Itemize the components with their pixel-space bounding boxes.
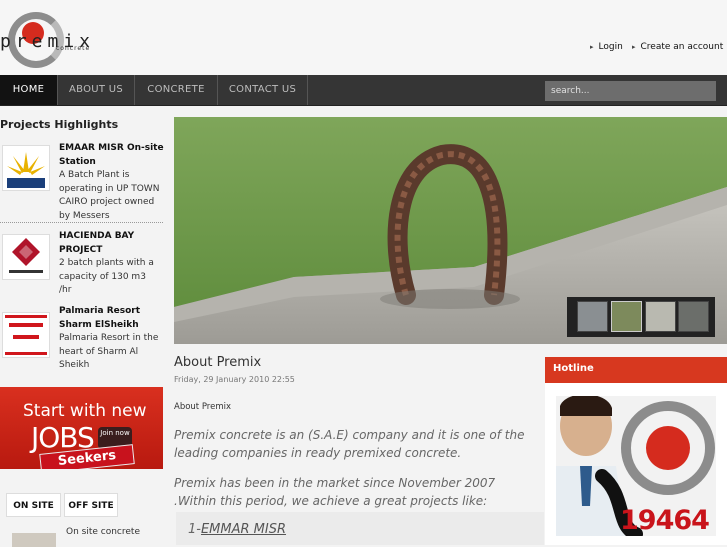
emmar-misr-link[interactable]: EMMAR MISR bbox=[201, 522, 286, 537]
jobs-banner[interactable]: Start with new JOBS Join now Seekers bbox=[0, 387, 163, 469]
emaar-logo-icon bbox=[3, 146, 49, 190]
nav-contact-us[interactable]: CONTACT US bbox=[218, 75, 308, 105]
login-link[interactable]: ▸ Login bbox=[590, 42, 623, 52]
onsite-text: On site concrete bbox=[66, 527, 140, 537]
nav-about-us[interactable]: ABOUT US bbox=[58, 75, 135, 105]
article-date: Friday, 29 January 2010 22:55 bbox=[174, 375, 295, 384]
arrow-right-icon: ▸ bbox=[590, 43, 594, 51]
nav-concrete[interactable]: CONCRETE bbox=[135, 75, 218, 105]
nav-home[interactable]: HOME bbox=[0, 75, 58, 105]
item-number: 1- bbox=[188, 522, 201, 537]
slide-thumb[interactable] bbox=[678, 301, 709, 332]
project-title[interactable]: EMAAR MISR On-site Station bbox=[59, 141, 165, 169]
project-desc-text: A Batch Plant is operating in UP TOWN CA… bbox=[59, 170, 160, 221]
arrow-right-icon: ▸ bbox=[632, 43, 636, 51]
article-paragraph: Premix has been in the market since Nove… bbox=[174, 476, 496, 508]
create-account-link[interactable]: ▸ Create an account bbox=[632, 42, 723, 52]
search-input[interactable] bbox=[545, 81, 716, 101]
article-paragraph: Premix concrete is an (S.A.E) company an… bbox=[174, 428, 525, 460]
palm-hills-logo[interactable] bbox=[2, 234, 50, 280]
slideshow-thumbnails bbox=[567, 297, 715, 337]
slide-thumb[interactable] bbox=[577, 301, 608, 332]
project-list-item: 1-EMMAR MISR bbox=[188, 522, 286, 537]
palmaria-logo[interactable] bbox=[2, 312, 50, 358]
slide-thumb[interactable] bbox=[611, 301, 642, 332]
login-label: Login bbox=[598, 42, 623, 52]
project-title[interactable]: Palmaria Resort Sharm ElSheikh bbox=[59, 304, 165, 332]
project-description: 2 batch plants with a capacity of 130 m3… bbox=[59, 258, 154, 295]
article-title[interactable]: About Premix bbox=[174, 355, 261, 370]
logo-tagline: concrete bbox=[56, 45, 91, 52]
header bbox=[0, 0, 727, 76]
hotline-number[interactable]: 19464 bbox=[620, 505, 710, 536]
palm-hills-logo-icon bbox=[3, 235, 49, 279]
project-description: Palmaria Resort in the heart of Sharm Al… bbox=[59, 333, 159, 370]
create-account-label: Create an account bbox=[640, 42, 724, 52]
tab-off-site[interactable]: OFF SITE bbox=[64, 493, 118, 517]
jobs-headline: Start with new bbox=[23, 401, 147, 421]
projects-highlights-title: Projects Highlights bbox=[0, 118, 119, 131]
slide-thumb[interactable] bbox=[645, 301, 676, 332]
divider bbox=[0, 222, 163, 223]
emaar-logo[interactable] bbox=[2, 145, 50, 191]
hotline-title: Hotline bbox=[553, 363, 594, 374]
project-title[interactable]: HACIENDA BAY PROJECT bbox=[59, 229, 165, 257]
palmaria-logo-icon bbox=[3, 313, 49, 357]
article-subtitle: About Premix bbox=[174, 402, 232, 412]
project-description: A Batch Plant is operating in UP TOWN CA… bbox=[59, 169, 161, 223]
tab-on-site[interactable]: ON SITE bbox=[6, 493, 61, 517]
